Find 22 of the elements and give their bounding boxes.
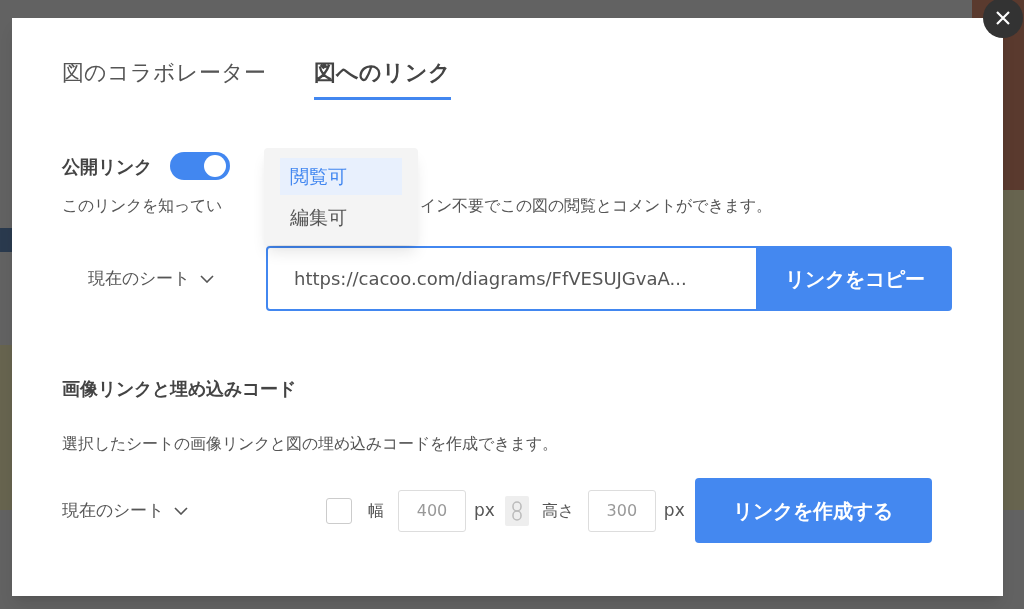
close-icon [995,10,1011,26]
description-text: 選択したシートの画像リンクと図の埋め込みコードを作成できます。 [62,433,559,455]
toggle-switch[interactable] [170,152,230,180]
checkbox[interactable] [326,497,352,524]
width-label: 幅 [368,499,384,522]
height-label: 高さ [541,499,574,522]
unit-label: px [474,498,495,522]
sheet-dropdown[interactable]: 現在のシート [62,497,326,524]
backdrop-panel [0,228,12,252]
link-icon[interactable] [504,495,529,526]
unit-label: px [663,498,685,522]
url-field[interactable]: https://cacoo.com/diagrams/FfVESUJGvaA... [266,246,758,311]
tab[interactable]: 図のコラボレーター [62,56,266,100]
description-text: このリンクを知ってい [62,195,222,217]
section-title: 公開リンク [62,154,152,179]
description-text: イン不要でこの図の閲覧とコメントができます。 [420,195,772,217]
sheet-dropdown[interactable]: 現在のシート [62,265,266,292]
section-title: 画像リンクと埋め込みコード [62,377,297,401]
chevron-down-icon [200,274,214,283]
tab[interactable]: 図へのリンク [314,56,451,100]
menu-item[interactable]: 編集可 [280,198,402,235]
chevron-down-icon [174,506,188,515]
